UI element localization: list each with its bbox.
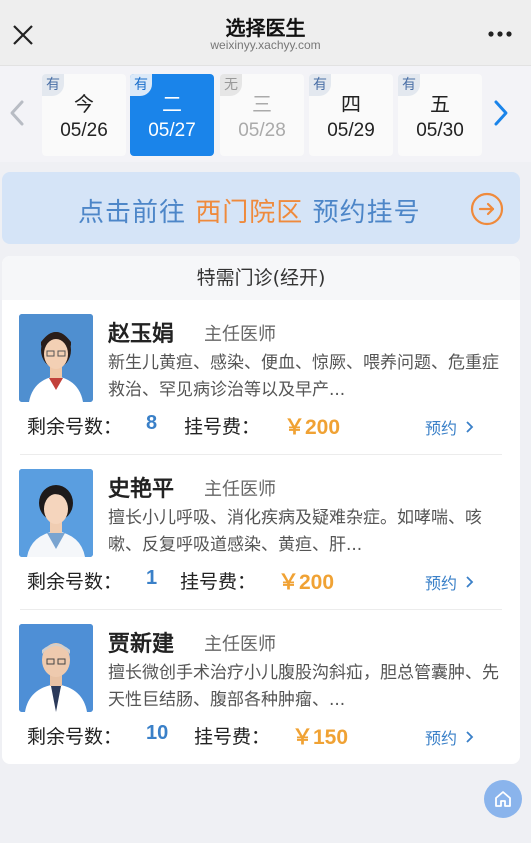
remaining-count: 1 [146, 567, 158, 589]
doctor-title: 主任医师 [204, 324, 276, 345]
banner-prefix: 点击前往 [78, 198, 187, 228]
fee-value: ￥150 [292, 726, 349, 749]
doctor-name: 赵玉娟 [108, 322, 175, 347]
date-item-0530[interactable]: 有 五 05/30 [398, 74, 482, 156]
banner-text: 点击前往 西门院区 预约挂号 [78, 192, 421, 229]
date-selector: 有 今 05/26 有 二 05/27 无 三 05/28 有 四 05/29 … [0, 66, 531, 162]
remaining-count: 10 [146, 722, 169, 744]
book-button[interactable]: 预约 [425, 415, 474, 439]
page-url: weixinyy.xachyy.com [210, 38, 321, 52]
doctor-title: 主任医师 [204, 479, 276, 500]
doctor-list-card: 特需门诊(经开) 赵玉娟 主任医师 新生儿黄疸、感染、便血、惊厥、喂养问题、危重… [2, 256, 520, 764]
fee-value: ￥200 [284, 416, 341, 439]
page-title: 选择医生 [225, 16, 306, 40]
date-item-0528[interactable]: 无 三 05/28 [220, 74, 304, 156]
remaining-count: 8 [146, 412, 158, 434]
doctor-row[interactable]: 史艳平 主任医师 擅长小儿呼吸、消化疾病及疑难杂症。如哮喘、咳嗽、反复呼吸道感染… [2, 455, 520, 610]
date-label: 05/28 [238, 120, 286, 141]
doctor-photo [19, 469, 93, 557]
date-label: 05/26 [60, 120, 108, 141]
banner-campus: 西门院区 [195, 198, 304, 228]
doctor-photo [19, 624, 93, 712]
home-icon [495, 791, 511, 807]
chevron-right-icon[interactable] [490, 96, 512, 130]
section-title: 特需门诊(经开) [2, 256, 520, 300]
weekday-label: 五 [430, 92, 450, 116]
remaining-label: 剩余号数： [27, 726, 123, 748]
book-label: 预约 [425, 729, 458, 748]
doctor-name: 史艳平 [108, 477, 175, 502]
arrow-right-circle-icon[interactable] [470, 192, 504, 226]
remaining-label: 剩余号数： [27, 571, 123, 593]
date-label: 05/30 [416, 120, 464, 141]
remaining-label: 剩余号数： [27, 416, 123, 438]
chevron-left-icon[interactable] [6, 96, 28, 130]
chevron-right-icon [466, 421, 474, 433]
doctor-title: 主任医师 [204, 634, 276, 655]
fee-value: ￥200 [278, 571, 335, 594]
weekday-label: 三 [252, 92, 272, 116]
doctor-description: 擅长小儿呼吸、消化疾病及疑难杂症。如哮喘、咳嗽、反复呼吸道感染、黄疸、肝... [108, 508, 482, 555]
book-label: 预约 [425, 419, 458, 438]
home-button[interactable] [484, 780, 522, 818]
doctor-photo [19, 314, 93, 402]
book-button[interactable]: 预约 [425, 570, 474, 594]
fee-label: 挂号费： [184, 416, 261, 438]
date-label: 05/29 [327, 120, 375, 141]
banner-suffix: 预约挂号 [312, 198, 421, 228]
fee-label: 挂号费： [180, 571, 257, 593]
doctor-row[interactable]: 贾新建 主任医师 擅长微创手术治疗小儿腹股沟斜疝，胆总管囊肿、先天性巨结肠、腹部… [2, 610, 520, 765]
chevron-right-icon [466, 576, 474, 588]
weekday-label: 四 [341, 92, 361, 116]
campus-booking-banner[interactable]: 点击前往 西门院区 预约挂号 [2, 172, 520, 244]
weekday-label: 今 [74, 92, 94, 116]
doctor-description: 擅长微创手术治疗小儿腹股沟斜疝，胆总管囊肿、先天性巨结肠、腹部各种肿瘤、... [108, 663, 499, 710]
book-label: 预约 [425, 574, 458, 593]
date-item-0527[interactable]: 有 二 05/27 [130, 74, 214, 156]
doctor-name: 贾新建 [108, 632, 175, 657]
weekday-label: 二 [162, 92, 182, 116]
doctor-row[interactable]: 赵玉娟 主任医师 新生儿黄疸、感染、便血、惊厥、喂养问题、危重症救治、罕见病诊治… [2, 300, 520, 455]
doctor-description: 新生儿黄疸、感染、便血、惊厥、喂养问题、危重症救治、罕见病诊治等以及早产... [108, 353, 499, 400]
chevron-right-icon [466, 731, 474, 743]
fee-label: 挂号费： [194, 726, 271, 748]
date-item-0529[interactable]: 有 四 05/29 [309, 74, 393, 156]
book-button[interactable]: 预约 [425, 725, 474, 749]
title-bar: 选择医生 weixinyy.xachyy.com [0, 0, 531, 66]
date-item-0526[interactable]: 有 今 05/26 [42, 74, 126, 156]
more-icon[interactable] [487, 30, 513, 38]
date-label: 05/27 [148, 120, 196, 141]
